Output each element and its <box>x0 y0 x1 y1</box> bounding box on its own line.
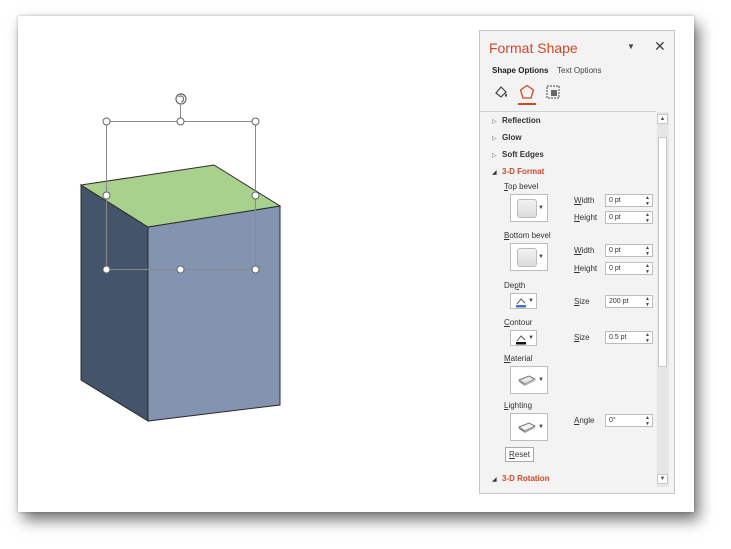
contour-label: Contour <box>504 318 533 327</box>
material-icon <box>517 375 537 386</box>
contour-color-picker[interactable]: ▼ <box>510 330 537 346</box>
depth-color-icon <box>516 298 526 308</box>
resize-handle-bottom[interactable] <box>176 265 185 274</box>
size-properties-icon[interactable] <box>545 84 561 100</box>
material-label: Material <box>504 354 533 363</box>
section-3d-format[interactable]: ◢ 3-D Format <box>492 167 544 176</box>
contour-color-icon <box>516 335 526 345</box>
pane-scrollbar[interactable]: ▲ ▼ <box>657 112 669 487</box>
tab-text-options[interactable]: Text Options <box>557 66 601 75</box>
bottom-bevel-width-input[interactable]: 0 pt ▲ ▼ <box>605 244 653 257</box>
lighting-label: Lighting <box>504 401 533 410</box>
section-soft-edges[interactable]: ▷ Soft Edges <box>492 150 544 159</box>
resize-handle-bottom-left[interactable] <box>102 265 111 274</box>
cube-shape[interactable] <box>79 164 282 422</box>
depth-label: Depth <box>504 281 526 290</box>
effects-active-indicator <box>518 103 536 105</box>
pane-content: ▷ Reflection ▷ Glow ▷ Soft Edges ◢ 3-D Forma… <box>480 111 656 492</box>
lighting-picker[interactable]: ▼ <box>510 413 548 441</box>
bottom-bevel-width-label: Width <box>574 246 595 255</box>
resize-handle-bottom-right[interactable] <box>251 265 260 274</box>
top-bevel-picker[interactable]: ▼ <box>510 194 548 222</box>
resize-handle-left[interactable] <box>102 191 111 200</box>
top-bevel-width-input[interactable]: 0 pt ▲ ▼ <box>605 194 653 207</box>
scroll-up-button[interactable]: ▲ <box>657 114 668 124</box>
close-button[interactable]: ✕ <box>654 38 666 55</box>
resize-handle-right[interactable] <box>251 191 260 200</box>
lighting-angle-input[interactable]: 0° ▲ ▼ <box>605 414 653 427</box>
contour-size-input[interactable]: 0.5 pt ▲ ▼ <box>605 331 653 344</box>
bottom-bevel-height-input[interactable]: 0 pt ▲ ▼ <box>605 262 653 275</box>
bottom-bevel-label: Bottom bevel <box>504 231 551 240</box>
top-bevel-height-input[interactable]: 0 pt ▲ ▼ <box>605 211 653 224</box>
reset-button[interactable]: Reset <box>505 447 534 462</box>
depth-color-picker[interactable]: ▼ <box>510 293 537 309</box>
top-bevel-width-label: Width <box>574 196 595 205</box>
tab-shape-options[interactable]: Shape Options <box>492 66 548 75</box>
resize-handle-top[interactable] <box>176 117 185 126</box>
bottom-bevel-height-label: Height <box>574 264 598 273</box>
section-reflection[interactable]: ▷ Reflection <box>492 116 541 125</box>
section-3d-rotation[interactable]: ◢ 3-D Rotation <box>492 474 550 483</box>
depth-size-label: Size <box>574 297 590 306</box>
contour-size-label: Size <box>574 333 590 342</box>
fill-line-icon[interactable] <box>493 84 509 100</box>
rotate-handle[interactable] <box>175 93 187 105</box>
scroll-thumb[interactable] <box>658 137 667 367</box>
top-bevel-height-label: Height <box>574 213 598 222</box>
pane-title: Format Shape <box>489 40 578 56</box>
resize-handle-top-right[interactable] <box>251 117 260 126</box>
lighting-icon <box>517 422 537 433</box>
lighting-angle-label: Angle <box>574 416 595 425</box>
top-bevel-label: Top bevel <box>504 182 539 191</box>
resize-handle-top-left[interactable] <box>102 117 111 126</box>
depth-size-input[interactable]: 200 pt ▲ ▼ <box>605 295 653 308</box>
effects-icon[interactable] <box>519 84 535 100</box>
cube-front-face <box>147 205 281 422</box>
scroll-down-button[interactable]: ▼ <box>657 474 668 484</box>
task-pane-options-button[interactable]: ▼ <box>627 42 635 51</box>
material-picker[interactable]: ▼ <box>510 366 548 394</box>
bottom-bevel-picker[interactable]: ▼ <box>510 243 548 271</box>
format-shape-pane: Format Shape ▼ ✕ Shape Options Text Opti… <box>479 30 675 494</box>
section-glow[interactable]: ▷ Glow <box>492 133 522 142</box>
